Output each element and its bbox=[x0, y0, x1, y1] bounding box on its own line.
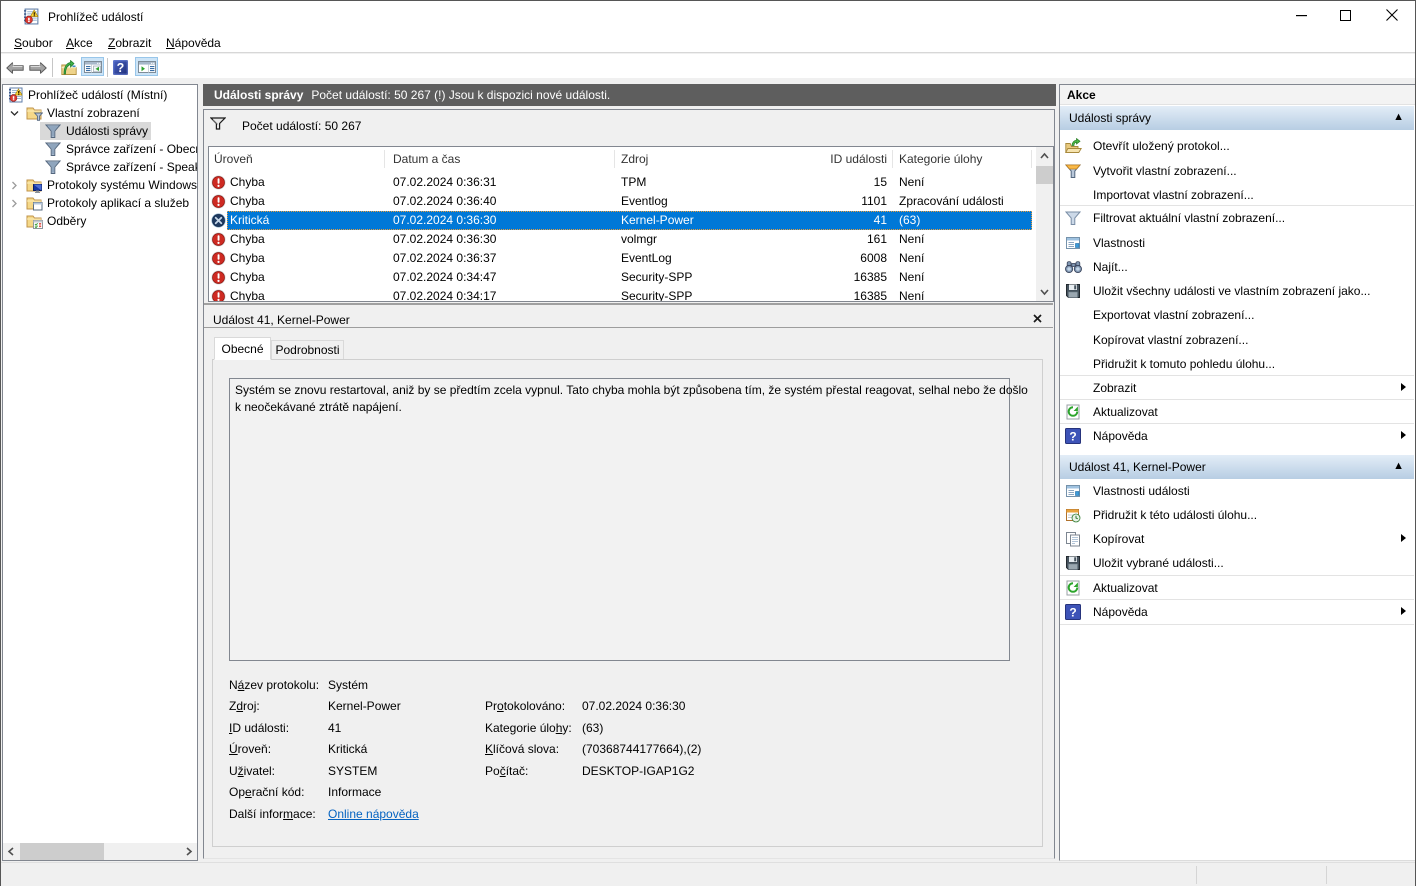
svg-text:?: ? bbox=[1069, 606, 1076, 620]
svg-text:?: ? bbox=[1069, 430, 1076, 444]
svg-text:?: ? bbox=[117, 61, 125, 75]
